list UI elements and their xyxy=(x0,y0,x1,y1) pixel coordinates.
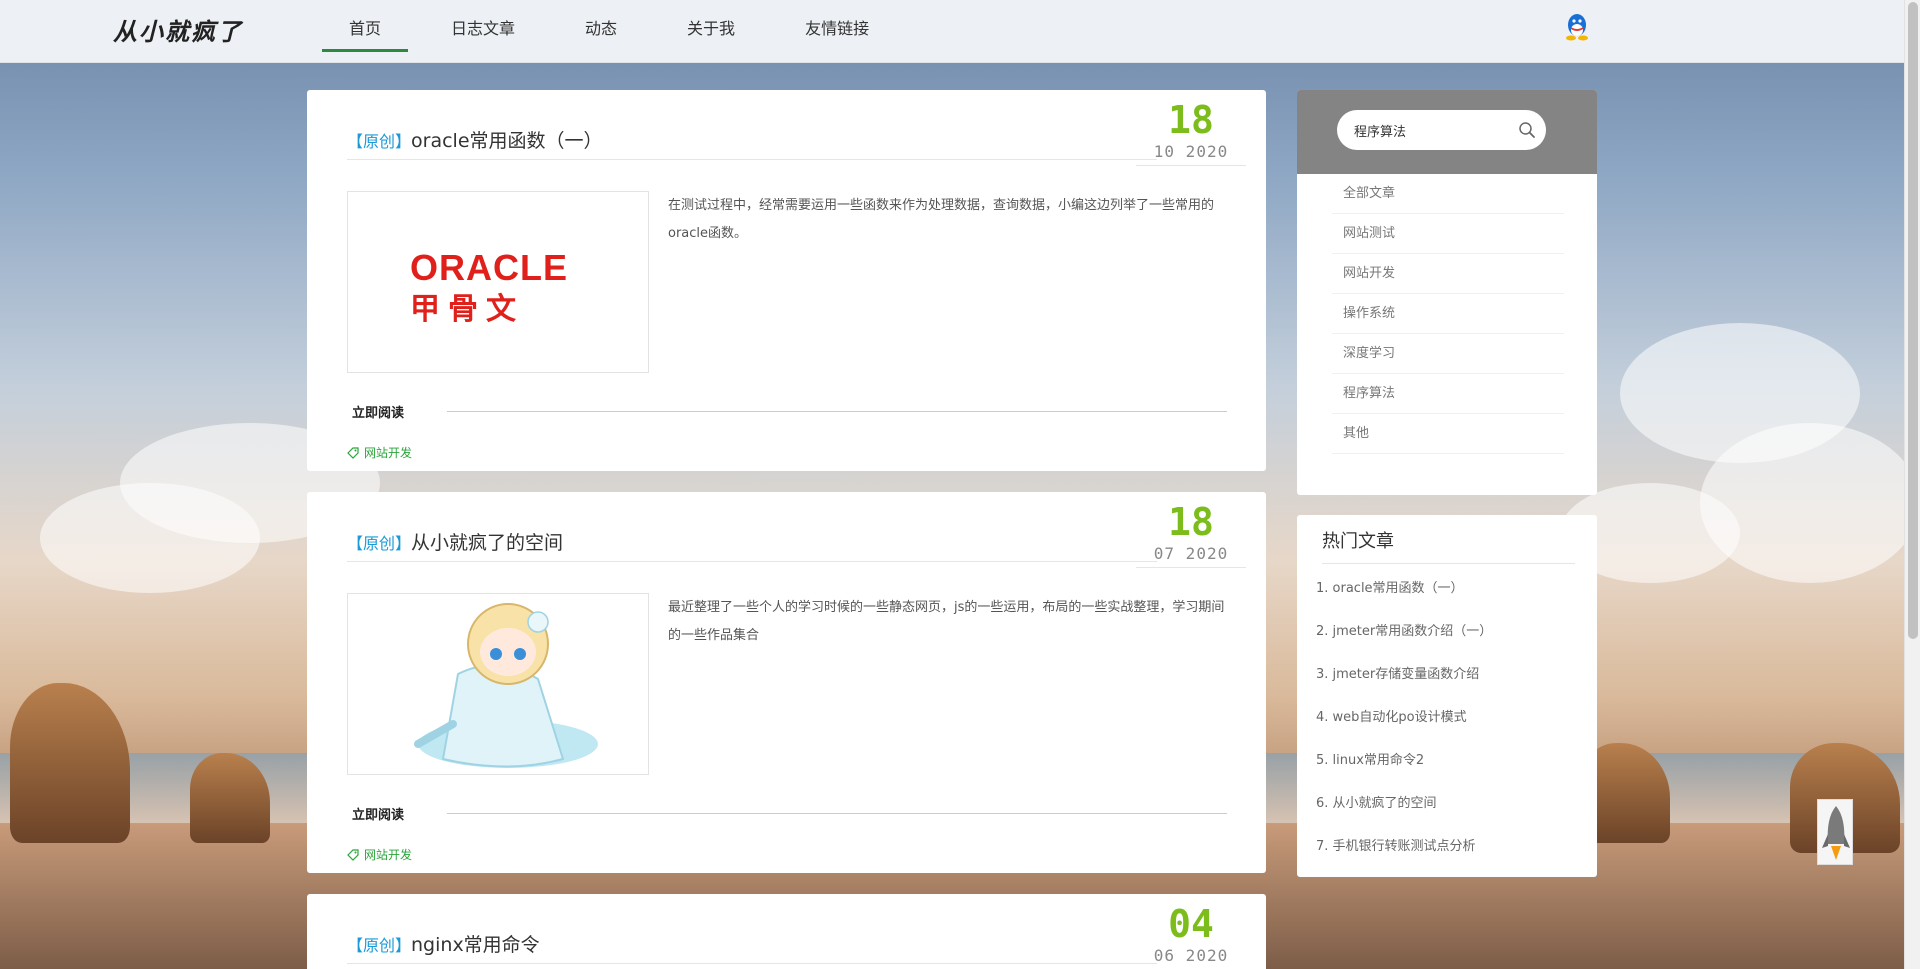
nav-item-home[interactable]: 首页 xyxy=(322,0,409,52)
divider xyxy=(447,411,1227,412)
article-summary: 在测试过程中，经常需要运用一些函数来作为处理数据，查询数据，小编这边列举了一些常… xyxy=(668,198,1215,241)
article-date: 18 07 2020 xyxy=(1136,500,1246,568)
hot-articles-title: 热门文章 xyxy=(1322,525,1575,564)
rocket-icon xyxy=(1822,806,1850,860)
hot-articles-panel: 热门文章 1. oracle常用函数（一） 2. jmeter常用函数介绍（一）… xyxy=(1297,515,1597,877)
qq-penguin-icon[interactable] xyxy=(1564,13,1590,41)
search-input[interactable] xyxy=(1354,120,1514,140)
category-list: 全部文章 网站测试 网站开发 操作系统 深度学习 程序算法 其他 xyxy=(1332,174,1564,454)
article-card: 【原创】oracle常用函数（一） 18 10 2020 ORACLE 甲骨文 … xyxy=(307,90,1266,471)
article-title[interactable]: 【原创】从小就疯了的空间 xyxy=(347,528,1157,562)
hot-articles-list: 1. oracle常用函数（一） 2. jmeter常用函数介绍（一） 3. j… xyxy=(1316,567,1586,868)
hot-article-item[interactable]: 7. 手机银行转账测试点分析 xyxy=(1316,825,1586,868)
category-label[interactable]: 网站开发 xyxy=(364,444,412,461)
article-category[interactable]: 网站开发 xyxy=(347,444,412,461)
article-card: 【原创】从小就疯了的空间 18 07 2020 最近整理了一些个人的学习时候的一… xyxy=(307,492,1266,873)
read-more-link[interactable]: 立即阅读 xyxy=(352,804,404,823)
anime-girl-illustration xyxy=(414,603,598,768)
sidebar-search-panel: 全部文章 网站测试 网站开发 操作系统 深度学习 程序算法 其他 xyxy=(1297,90,1597,495)
nav-item-articles[interactable]: 日志文章 xyxy=(424,0,542,52)
main-nav: 首页 日志文章 动态 关于我 友情链接 xyxy=(322,0,912,63)
article-date: 18 10 2020 xyxy=(1136,98,1246,166)
date-month-year: 07 2020 xyxy=(1153,544,1229,563)
nav-item-about[interactable]: 关于我 xyxy=(660,0,762,52)
hot-article-item[interactable]: 4. web自动化po设计模式 xyxy=(1316,696,1586,739)
date-day: 18 xyxy=(1168,500,1214,544)
article-thumbnail[interactable] xyxy=(347,593,649,775)
oracle-logo-text: ORACLE xyxy=(410,247,568,288)
search-icon[interactable] xyxy=(1518,121,1536,139)
hot-article-item[interactable]: 5. linux常用命令2 xyxy=(1316,739,1586,782)
category-label[interactable]: 网站开发 xyxy=(364,846,412,863)
article-title-text[interactable]: 从小就疯了的空间 xyxy=(411,532,563,554)
category-item-web-dev[interactable]: 网站开发 xyxy=(1332,254,1564,294)
article-title-text[interactable]: nginx常用命令 xyxy=(411,934,540,956)
search-header xyxy=(1297,90,1597,174)
original-tag: 【原创】 xyxy=(347,936,412,955)
nav-item-links[interactable]: 友情链接 xyxy=(778,0,896,52)
category-item-all[interactable]: 全部文章 xyxy=(1332,174,1564,214)
original-tag: 【原创】 xyxy=(347,534,412,553)
article-title[interactable]: 【原创】nginx常用命令 xyxy=(347,930,1157,964)
category-item-algorithms[interactable]: 程序算法 xyxy=(1332,374,1564,414)
category-item-other[interactable]: 其他 xyxy=(1332,414,1564,454)
category-item-os[interactable]: 操作系统 xyxy=(1332,294,1564,334)
date-month-year: 06 2020 xyxy=(1153,946,1229,965)
date-day: 04 xyxy=(1168,902,1214,946)
site-logo[interactable]: 从小就疯了 xyxy=(113,12,243,47)
tag-icon xyxy=(347,848,359,861)
original-tag: 【原创】 xyxy=(347,132,412,151)
article-title-text[interactable]: oracle常用函数（一） xyxy=(411,130,603,152)
date-day: 18 xyxy=(1168,98,1214,142)
scrollbar-thumb[interactable] xyxy=(1908,2,1918,639)
read-more-link[interactable]: 立即阅读 xyxy=(352,402,404,421)
article-date: 04 06 2020 xyxy=(1136,902,1246,969)
category-item-deep-learning[interactable]: 深度学习 xyxy=(1332,334,1564,374)
article-title[interactable]: 【原创】oracle常用函数（一） xyxy=(347,126,1157,160)
hot-article-item[interactable]: 3. jmeter存储变量函数介绍 xyxy=(1316,653,1586,696)
back-to-top-button[interactable] xyxy=(1817,799,1853,865)
nav-item-updates[interactable]: 动态 xyxy=(558,0,644,52)
date-month-year: 10 2020 xyxy=(1153,142,1229,161)
article-card: 【原创】nginx常用命令 04 06 2020 xyxy=(307,894,1266,969)
tag-icon xyxy=(347,446,359,459)
top-navigation-bar: 从小就疯了 首页 日志文章 动态 关于我 友情链接 xyxy=(0,0,1904,63)
article-thumbnail[interactable]: ORACLE 甲骨文 xyxy=(347,191,649,373)
article-summary: 最近整理了一些个人的学习时候的一些静态网页，js的一些运用，布局的一些实战整理，… xyxy=(668,600,1225,643)
search-box xyxy=(1337,110,1546,150)
divider xyxy=(447,813,1227,814)
oracle-cn-text: 甲骨文 xyxy=(410,292,524,327)
hot-article-item[interactable]: 1. oracle常用函数（一） xyxy=(1316,567,1586,610)
category-item-web-testing[interactable]: 网站测试 xyxy=(1332,214,1564,254)
hot-article-item[interactable]: 6. 从小就疯了的空间 xyxy=(1316,782,1586,825)
page-scrollbar[interactable] xyxy=(1904,0,1920,969)
article-category[interactable]: 网站开发 xyxy=(347,846,412,863)
hot-article-item[interactable]: 2. jmeter常用函数介绍（一） xyxy=(1316,610,1586,653)
